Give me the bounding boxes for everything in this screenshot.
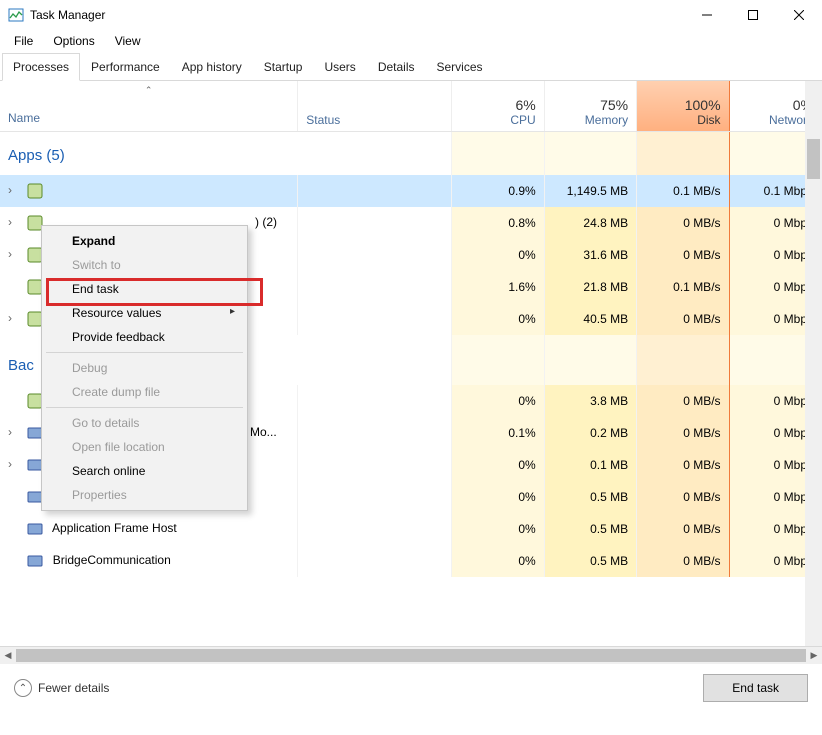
ctx-switch-to: Switch to xyxy=(44,253,245,277)
tab-details[interactable]: Details xyxy=(367,53,426,81)
maximize-button[interactable] xyxy=(730,0,776,30)
disk-cell: 0.1 MB/s xyxy=(637,175,729,207)
process-icon xyxy=(27,521,43,537)
scrollbar-thumb[interactable] xyxy=(16,649,806,662)
process-name: Application Frame Host xyxy=(52,521,177,535)
scroll-right-icon[interactable]: ▶ xyxy=(806,647,822,664)
chevron-right-icon[interactable]: › xyxy=(8,425,20,439)
tab-processes[interactable]: Processes xyxy=(2,53,80,81)
tab-app-history[interactable]: App history xyxy=(171,53,253,81)
column-disk[interactable]: 100% Disk xyxy=(637,81,729,131)
process-name-suffix: Mo... xyxy=(250,425,277,439)
column-label: Name xyxy=(8,111,40,125)
menu-options[interactable]: Options xyxy=(45,32,102,50)
tab-performance[interactable]: Performance xyxy=(80,53,171,81)
process-row[interactable]: › 0.9% 1,149.5 MB 0.1 MB/s 0.1 Mbps xyxy=(0,175,822,207)
column-name[interactable]: ⌃ Name xyxy=(0,81,298,131)
process-name-suffix: ) (2) xyxy=(255,215,277,229)
process-name: BridgeCommunication xyxy=(53,553,171,567)
sort-caret-icon: ⌃ xyxy=(145,85,153,96)
ctx-search-online[interactable]: Search online xyxy=(44,459,245,483)
tab-users[interactable]: Users xyxy=(313,53,366,81)
ctx-properties: Properties xyxy=(44,483,245,507)
menu-view[interactable]: View xyxy=(107,32,149,50)
separator xyxy=(46,407,243,408)
minimize-button[interactable] xyxy=(684,0,730,30)
menubar: File Options View xyxy=(0,30,822,52)
column-memory[interactable]: 75% Memory xyxy=(544,81,636,131)
tab-strip: Processes Performance App history Startu… xyxy=(0,52,822,81)
chevron-right-icon[interactable]: › xyxy=(8,247,20,261)
fewer-details-button[interactable]: ⌃ Fewer details xyxy=(14,679,109,697)
ctx-resource-values[interactable]: Resource values xyxy=(44,301,245,325)
ctx-end-task[interactable]: End task xyxy=(44,277,245,301)
process-row[interactable]: › BridgeCommunication 0% 0.5 MB 0 MB/s 0… xyxy=(0,545,822,577)
vertical-scrollbar[interactable] xyxy=(805,81,822,646)
scrollbar-thumb[interactable] xyxy=(807,139,820,179)
horizontal-scrollbar[interactable]: ◀ ▶ xyxy=(0,647,822,664)
app-icon xyxy=(8,7,24,23)
ctx-expand[interactable]: Expand xyxy=(44,229,245,253)
process-icon xyxy=(27,553,43,569)
tab-services[interactable]: Services xyxy=(426,53,494,81)
scroll-left-icon[interactable]: ◀ xyxy=(0,647,16,664)
chevron-right-icon[interactable]: › xyxy=(8,183,20,197)
process-icon xyxy=(27,183,43,199)
mem-cell: 1,149.5 MB xyxy=(544,175,636,207)
ctx-provide-feedback[interactable]: Provide feedback xyxy=(44,325,245,349)
chevron-right-icon[interactable]: › xyxy=(8,457,20,471)
ctx-debug: Debug xyxy=(44,356,245,380)
column-status[interactable]: Status xyxy=(298,81,452,131)
column-cpu[interactable]: 6% CPU xyxy=(452,81,544,131)
end-task-button[interactable]: End task xyxy=(703,674,808,702)
context-menu: Expand Switch to End task Resource value… xyxy=(41,225,248,511)
close-button[interactable] xyxy=(776,0,822,30)
window-title: Task Manager xyxy=(30,8,105,22)
chevron-right-icon[interactable]: › xyxy=(8,215,20,229)
titlebar: Task Manager xyxy=(0,0,822,30)
menu-file[interactable]: File xyxy=(6,32,41,50)
chevron-right-icon[interactable]: › xyxy=(8,311,20,325)
ctx-open-file-location: Open file location xyxy=(44,435,245,459)
process-row[interactable]: › Application Frame Host 0% 0.5 MB 0 MB/… xyxy=(0,513,822,545)
separator xyxy=(46,352,243,353)
tab-startup[interactable]: Startup xyxy=(253,53,314,81)
ctx-go-to-details: Go to details xyxy=(44,411,245,435)
ctx-create-dump: Create dump file xyxy=(44,380,245,404)
chevron-up-icon: ⌃ xyxy=(14,679,32,697)
group-apps: Apps (5) xyxy=(0,131,822,169)
footer: ⌃ Fewer details End task xyxy=(0,664,822,712)
cpu-cell: 0.9% xyxy=(452,175,544,207)
